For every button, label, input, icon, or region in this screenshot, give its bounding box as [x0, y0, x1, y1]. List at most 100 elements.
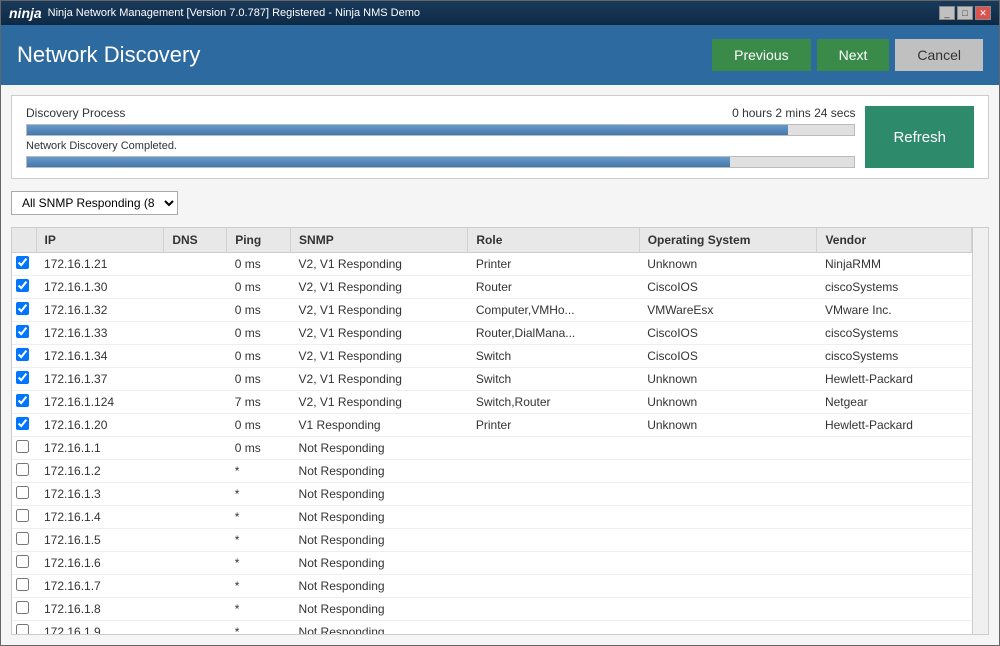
scrollbar[interactable] — [972, 228, 988, 634]
row-ip: 172.16.1.5 — [36, 529, 164, 552]
row-checkbox[interactable] — [16, 601, 29, 614]
table-row: 172.16.1.340 msV2, V1 RespondingSwitchCi… — [12, 345, 972, 368]
filter-row: All SNMP Responding (8 — [11, 187, 989, 219]
row-os: Unknown — [639, 368, 817, 391]
table-scroll[interactable]: IP DNS Ping SNMP Role Operating System V… — [12, 228, 972, 634]
row-dns — [164, 460, 227, 483]
row-checkbox[interactable] — [16, 578, 29, 591]
row-checkbox[interactable] — [16, 532, 29, 545]
progress-label-row: Discovery Process 0 hours 2 mins 24 secs — [26, 106, 855, 120]
row-vendor — [817, 621, 972, 635]
table-row: 172.16.1.300 msV2, V1 RespondingRouterCi… — [12, 276, 972, 299]
row-dns — [164, 506, 227, 529]
row-ping: 0 ms — [227, 299, 291, 322]
table-row: 172.16.1.330 msV2, V1 RespondingRouter,D… — [12, 322, 972, 345]
table-row: 172.16.1.370 msV2, V1 RespondingSwitchUn… — [12, 368, 972, 391]
discovery-time: 0 hours 2 mins 24 secs — [732, 106, 855, 120]
page-title: Network Discovery — [17, 42, 200, 68]
table-body: 172.16.1.210 msV2, V1 RespondingPrinterU… — [12, 253, 972, 635]
device-table-container: IP DNS Ping SNMP Role Operating System V… — [11, 227, 989, 635]
refresh-button[interactable]: Refresh — [865, 106, 974, 168]
row-vendor — [817, 598, 972, 621]
row-snmp: V2, V1 Responding — [291, 253, 468, 276]
row-os — [639, 621, 817, 635]
row-checkbox-cell — [12, 253, 36, 276]
row-snmp: Not Responding — [291, 575, 468, 598]
row-os — [639, 483, 817, 506]
row-checkbox-cell — [12, 575, 36, 598]
table-row: 172.16.1.3*Not Responding — [12, 483, 972, 506]
row-ip: 172.16.1.124 — [36, 391, 164, 414]
table-row: 172.16.1.2*Not Responding — [12, 460, 972, 483]
row-ping: 0 ms — [227, 437, 291, 460]
window-controls[interactable]: _ □ ✕ — [939, 6, 991, 20]
row-snmp: Not Responding — [291, 598, 468, 621]
row-ip: 172.16.1.1 — [36, 437, 164, 460]
main-window: ninja Ninja Network Management [Version … — [0, 0, 1000, 646]
row-os: Unknown — [639, 391, 817, 414]
row-vendor — [817, 552, 972, 575]
col-os: Operating System — [639, 228, 817, 253]
row-checkbox[interactable] — [16, 509, 29, 522]
row-ping: 0 ms — [227, 345, 291, 368]
row-ping: * — [227, 529, 291, 552]
row-dns — [164, 483, 227, 506]
progress-bar-fill-2 — [27, 157, 730, 167]
row-checkbox[interactable] — [16, 371, 29, 384]
row-checkbox[interactable] — [16, 463, 29, 476]
row-snmp: V2, V1 Responding — [291, 391, 468, 414]
row-checkbox-cell — [12, 529, 36, 552]
row-checkbox-cell — [12, 345, 36, 368]
row-checkbox[interactable] — [16, 555, 29, 568]
col-checkbox — [12, 228, 36, 253]
progress-bar-fill-1 — [27, 125, 788, 135]
row-checkbox[interactable] — [16, 624, 29, 634]
cancel-button[interactable]: Cancel — [895, 39, 983, 71]
next-button[interactable]: Next — [817, 39, 890, 71]
row-ip: 172.16.1.8 — [36, 598, 164, 621]
row-role — [468, 529, 639, 552]
row-ping: 0 ms — [227, 368, 291, 391]
discovery-process-label: Discovery Process — [26, 106, 125, 120]
row-checkbox[interactable] — [16, 417, 29, 430]
row-checkbox[interactable] — [16, 486, 29, 499]
row-ip: 172.16.1.20 — [36, 414, 164, 437]
row-snmp: V2, V1 Responding — [291, 345, 468, 368]
row-dns — [164, 598, 227, 621]
row-snmp: Not Responding — [291, 460, 468, 483]
row-checkbox[interactable] — [16, 348, 29, 361]
snmp-filter-select[interactable]: All SNMP Responding (8 — [11, 191, 178, 215]
col-role: Role — [468, 228, 639, 253]
row-snmp: Not Responding — [291, 552, 468, 575]
row-os: CiscoIOS — [639, 345, 817, 368]
row-vendor: Hewlett-Packard — [817, 368, 972, 391]
window-title: Ninja Network Management [Version 7.0.78… — [48, 7, 420, 19]
row-checkbox[interactable] — [16, 440, 29, 453]
row-ip: 172.16.1.21 — [36, 253, 164, 276]
close-button[interactable]: ✕ — [975, 6, 991, 20]
row-checkbox[interactable] — [16, 325, 29, 338]
row-vendor — [817, 483, 972, 506]
device-table: IP DNS Ping SNMP Role Operating System V… — [12, 228, 972, 634]
row-role — [468, 506, 639, 529]
row-os: Unknown — [639, 414, 817, 437]
row-dns — [164, 253, 227, 276]
row-vendor — [817, 506, 972, 529]
row-vendor: Hewlett-Packard — [817, 414, 972, 437]
row-checkbox[interactable] — [16, 302, 29, 315]
row-role: Printer — [468, 414, 639, 437]
row-os — [639, 529, 817, 552]
previous-button[interactable]: Previous — [712, 39, 810, 71]
row-checkbox[interactable] — [16, 279, 29, 292]
row-checkbox-cell — [12, 621, 36, 635]
maximize-button[interactable]: □ — [957, 6, 973, 20]
row-ip: 172.16.1.30 — [36, 276, 164, 299]
row-checkbox[interactable] — [16, 256, 29, 269]
row-checkbox[interactable] — [16, 394, 29, 407]
minimize-button[interactable]: _ — [939, 6, 955, 20]
row-ping: 0 ms — [227, 414, 291, 437]
col-dns: DNS — [164, 228, 227, 253]
table-header-row: IP DNS Ping SNMP Role Operating System V… — [12, 228, 972, 253]
row-ping: 0 ms — [227, 322, 291, 345]
row-ip: 172.16.1.7 — [36, 575, 164, 598]
